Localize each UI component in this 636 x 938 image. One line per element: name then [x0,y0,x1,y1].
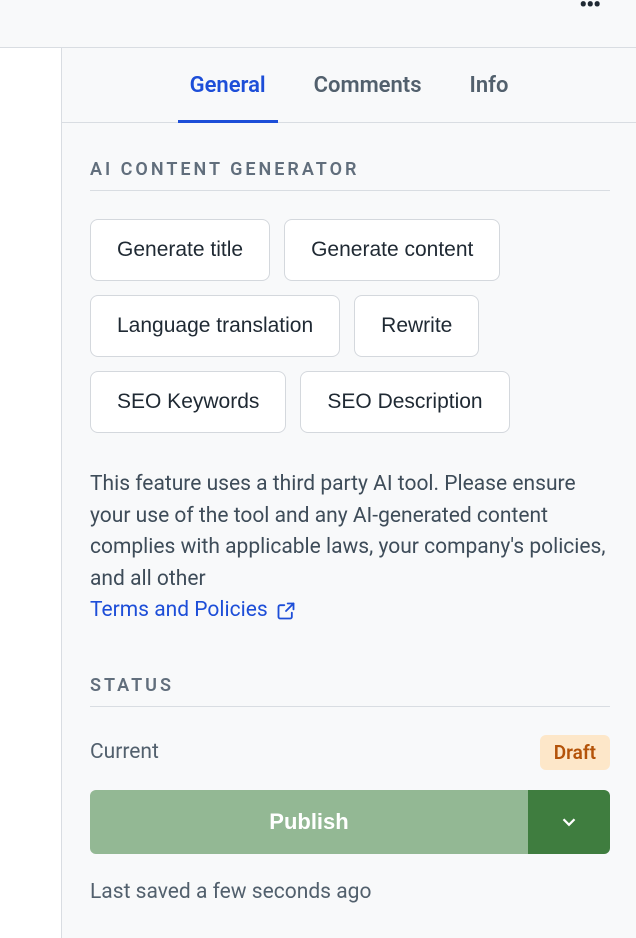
publish-dropdown-button[interactable] [528,790,610,854]
external-link-icon [276,601,296,621]
status-current-label: Current [90,740,159,764]
tab-info-label: Info [470,73,509,98]
ai-section-title: AI CONTENT GENERATOR [90,159,610,191]
seo-description-button[interactable]: SEO Description [300,371,509,433]
panel-body: AI CONTENT GENERATOR Generate title Gene… [62,123,636,904]
chevron-down-icon [558,811,580,833]
status-row: Current Draft [90,735,610,770]
more-icon[interactable]: ••• [579,0,600,18]
tab-general[interactable]: General [190,48,266,122]
ai-disclaimer: This feature uses a third party AI tool.… [90,469,610,627]
tab-comments[interactable]: Comments [314,48,422,122]
top-bar: ••• [0,0,636,48]
left-rail [0,48,62,938]
publish-button-group: Publish [90,790,610,854]
language-translation-button[interactable]: Language translation [90,295,340,357]
content-wrap: General Comments Info AI CONTENT GENERAT… [0,48,636,938]
generate-title-button[interactable]: Generate title [90,219,270,281]
generate-content-button[interactable]: Generate content [284,219,500,281]
tab-comments-label: Comments [314,73,422,98]
terms-link-label: Terms and Policies [90,595,268,627]
publish-button[interactable]: Publish [90,790,528,854]
tab-info[interactable]: Info [470,48,509,122]
rewrite-button[interactable]: Rewrite [354,295,479,357]
tabs: General Comments Info [62,48,636,123]
status-badge: Draft [540,735,610,770]
seo-keywords-button[interactable]: SEO Keywords [90,371,286,433]
ai-button-group: Generate title Generate content Language… [90,219,610,433]
main-panel: General Comments Info AI CONTENT GENERAT… [62,48,636,938]
last-saved-text: Last saved a few seconds ago [90,880,610,904]
status-section-title: STATUS [90,675,610,707]
ai-disclaimer-text: This feature uses a third party AI tool.… [90,472,606,591]
terms-and-policies-link[interactable]: Terms and Policies [90,595,296,627]
tab-general-label: General [190,73,266,98]
